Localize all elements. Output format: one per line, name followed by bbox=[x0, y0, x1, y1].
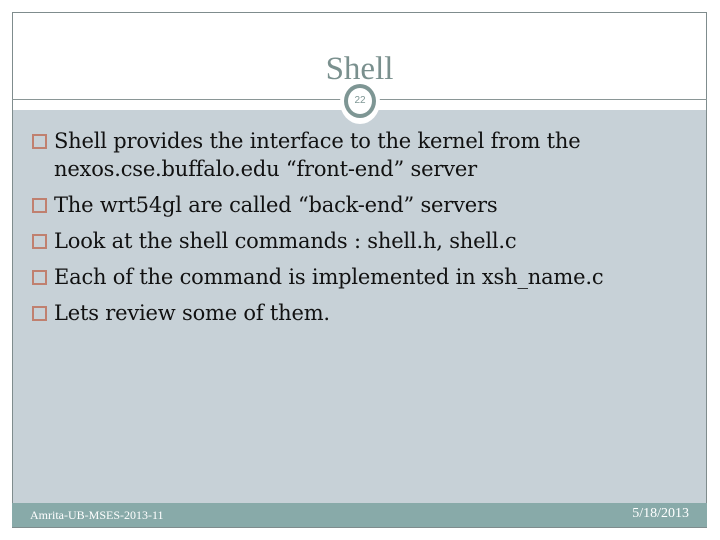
hollow-square-icon bbox=[32, 306, 47, 321]
slide-number-badge: 22 bbox=[344, 84, 376, 118]
bullet-text: Shell provides the interface to the kern… bbox=[54, 129, 581, 181]
bullet-text: Look at the shell commands : shell.h, sh… bbox=[54, 229, 517, 253]
slide-footer: Amrita-UB-MSES-2013-11 5/18/2013 bbox=[12, 503, 707, 528]
bullet-item: Each of the command is implemented in xs… bbox=[30, 263, 700, 291]
hollow-square-icon bbox=[32, 234, 47, 249]
bullet-text: The wrt54gl are called “back-end” server… bbox=[54, 193, 498, 217]
hollow-square-icon bbox=[32, 270, 47, 285]
bullet-text: Lets review some of them. bbox=[54, 301, 330, 325]
bullet-item: Shell provides the interface to the kern… bbox=[30, 127, 700, 183]
bullet-text: Each of the command is implemented in xs… bbox=[54, 265, 604, 289]
hollow-square-icon bbox=[32, 134, 47, 149]
footer-date: 5/18/2013 bbox=[632, 506, 689, 521]
bullet-item: Lets review some of them. bbox=[30, 299, 700, 327]
hollow-square-icon bbox=[32, 198, 47, 213]
footer-course-label: Amrita-UB-MSES-2013-11 bbox=[30, 508, 164, 522]
bullet-item: Look at the shell commands : shell.h, sh… bbox=[30, 227, 700, 255]
bullet-list: Shell provides the interface to the kern… bbox=[30, 127, 700, 335]
bullet-item: The wrt54gl are called “back-end” server… bbox=[30, 191, 700, 219]
